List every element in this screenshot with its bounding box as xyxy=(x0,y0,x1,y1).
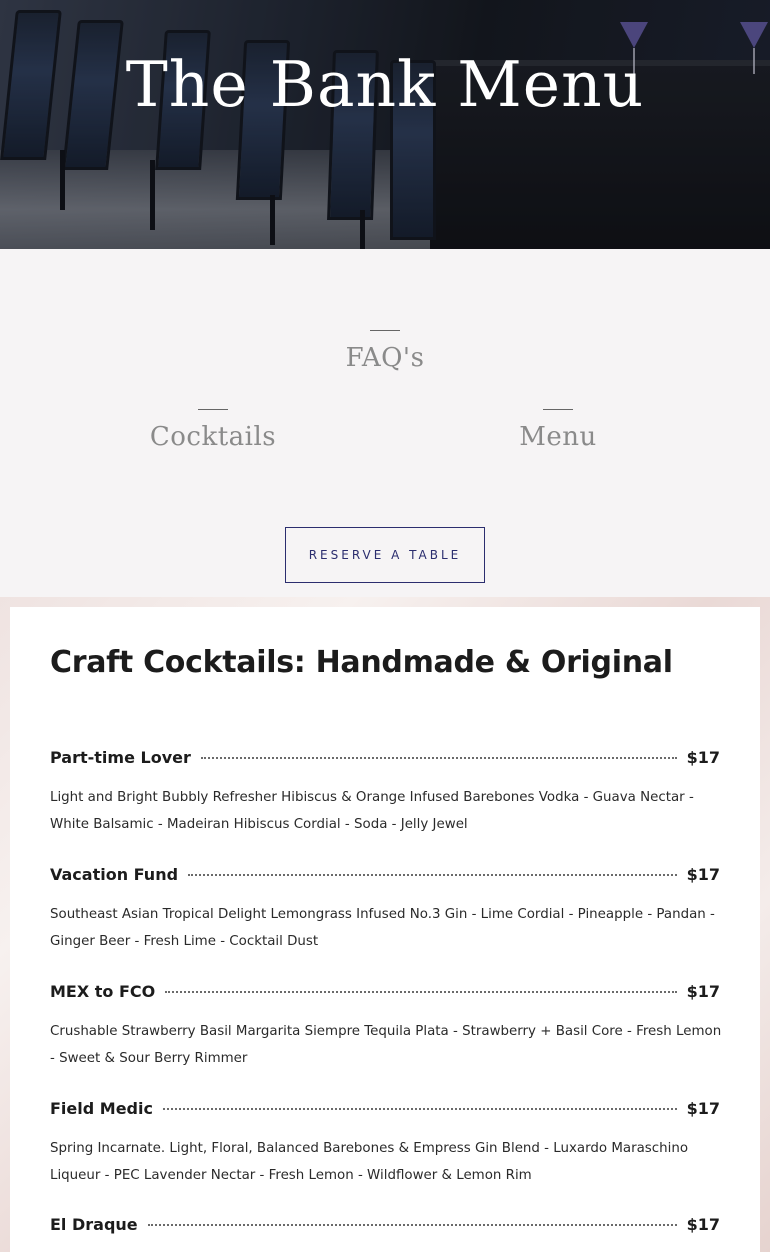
dotted-leader xyxy=(162,1108,677,1110)
menu-item: El Draque $17 xyxy=(50,1212,720,1236)
menu-item-name: Part-time Lover xyxy=(50,747,191,767)
nav-dash-divider xyxy=(370,330,400,331)
nav-dash-divider xyxy=(543,409,573,410)
page-title: The Bank Menu xyxy=(125,48,645,121)
menu-item: Field Medic $17 Spring Incarnate. Light,… xyxy=(50,1096,720,1189)
menu-section-heading: Craft Cocktails: Handmade & Original xyxy=(50,645,673,680)
hero-banner: The Bank Menu xyxy=(0,0,770,249)
nav-link-label: Cocktails xyxy=(149,422,277,452)
nav-dash-divider xyxy=(198,409,228,410)
menu-item-price: $17 xyxy=(686,1214,720,1234)
menu-item-name: El Draque xyxy=(50,1214,138,1234)
dotted-leader xyxy=(147,1224,677,1226)
dotted-leader xyxy=(200,757,677,759)
reserve-table-button[interactable]: RESERVE A TABLE xyxy=(285,527,485,583)
nav-link-cocktails[interactable]: Cocktails xyxy=(128,409,298,452)
menu-item-price: $17 xyxy=(686,1098,720,1118)
menu-item-name: Field Medic xyxy=(50,1098,153,1118)
nav-link-label: FAQ's xyxy=(345,343,425,373)
menu-item-name: MEX to FCO xyxy=(50,981,156,1001)
nav-link-label: Menu xyxy=(519,422,597,452)
menu-item: Vacation Fund $17 Southeast Asian Tropic… xyxy=(50,862,720,955)
menu-item-description: Spring Incarnate. Light, Floral, Balance… xyxy=(50,1141,689,1183)
menu-item: MEX to FCO $17 Crushable Strawberry Basi… xyxy=(50,979,722,1072)
menu-item-price: $17 xyxy=(686,747,720,767)
menu-item: Part-time Lover $17 Light and Bright Bub… xyxy=(50,745,720,838)
menu-item-description: Crushable Strawberry Basil Margarita Sie… xyxy=(50,1024,722,1066)
menu-item-name: Vacation Fund xyxy=(50,864,179,884)
menu-item-description: Light and Bright Bubbly Refresher Hibisc… xyxy=(50,790,694,832)
cocktail-menu-card: Craft Cocktails: Handmade & Original Par… xyxy=(10,607,760,1252)
menu-item-description: Southeast Asian Tropical Delight Lemongr… xyxy=(50,907,715,949)
nav-link-faqs[interactable]: FAQ's xyxy=(305,330,465,373)
nav-link-menu[interactable]: Menu xyxy=(473,409,643,452)
dotted-leader xyxy=(188,874,677,876)
section-nav: FAQ's Cocktails Menu RESERVE A TABLE xyxy=(0,249,770,597)
menu-item-price: $17 xyxy=(686,981,720,1001)
dotted-leader xyxy=(165,991,677,993)
menu-item-price: $17 xyxy=(686,864,720,884)
